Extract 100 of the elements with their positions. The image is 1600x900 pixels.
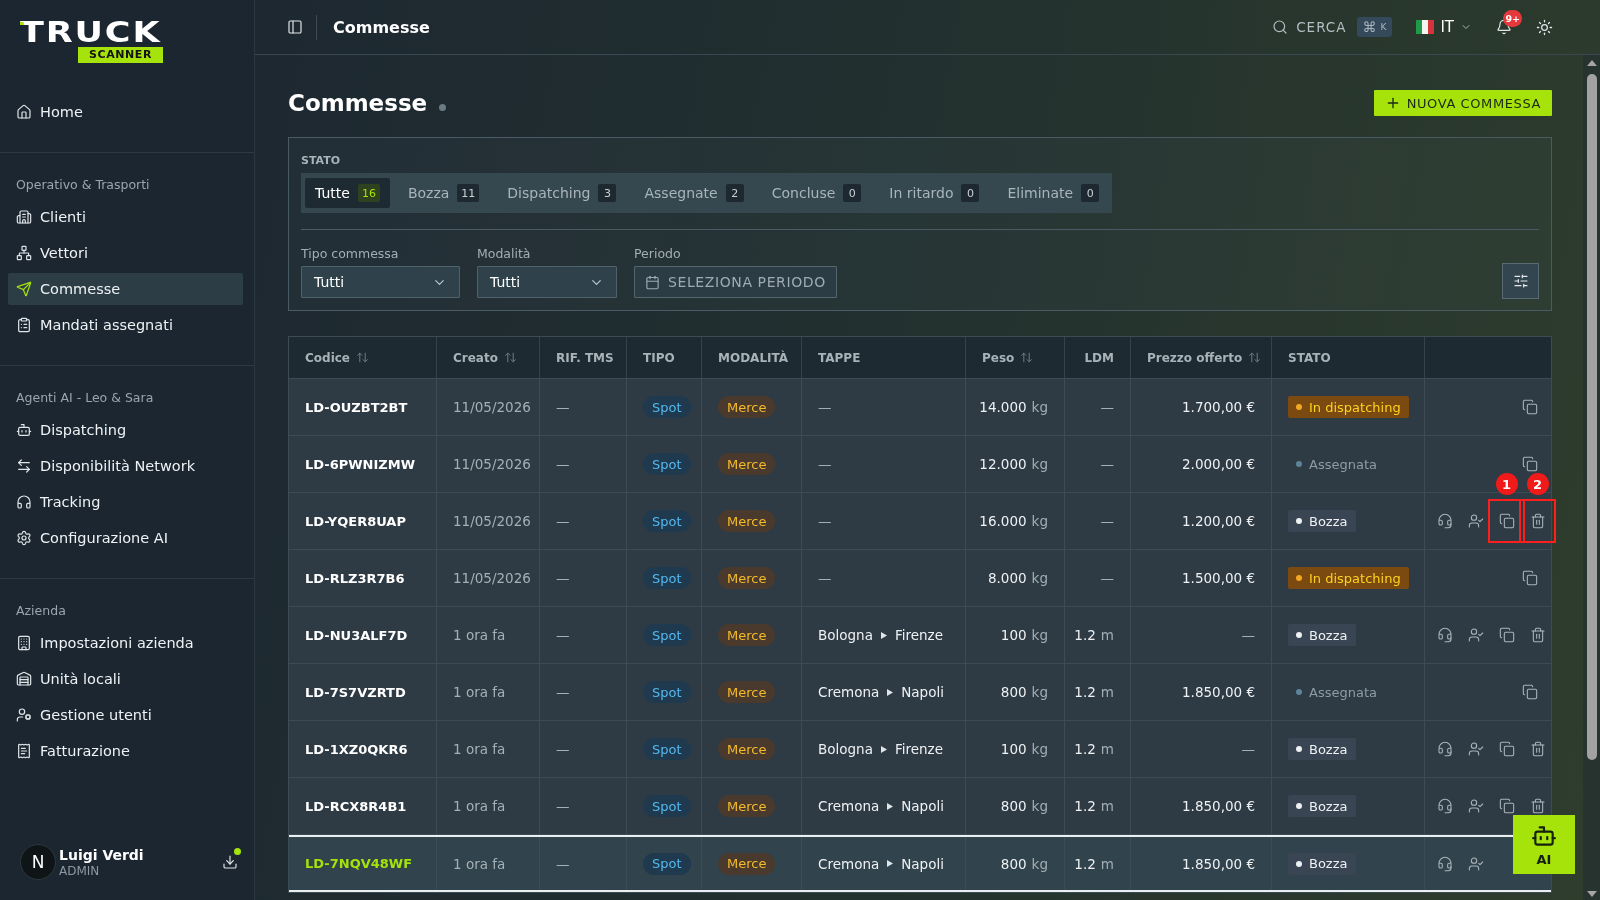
status-dot-icon (439, 103, 447, 111)
headset-icon (1436, 741, 1453, 757)
type-badge: Spot (643, 852, 691, 875)
column-header[interactable]: Prezzo offerto (1131, 337, 1272, 378)
copy-button[interactable] (1521, 456, 1538, 472)
filter-settings-button[interactable] (1502, 263, 1539, 299)
status-tab[interactable]: Assegnate 2 (634, 178, 754, 208)
nav-item[interactable]: Unità locali (8, 663, 243, 695)
table-row[interactable]: LD-RLZ3R7B6 11/05/2026 — Spot Merce — 8.000 kg — 1.500,00 € In dispatching (289, 550, 1551, 607)
weight-value: 12.000 kg (966, 436, 1065, 492)
section-title: Agenti AI - Leo & Sara (16, 390, 154, 406)
nav-item[interactable]: Home (8, 96, 243, 128)
assign-button[interactable] (1467, 855, 1484, 872)
tms-reference: — (540, 436, 627, 492)
copy-button[interactable] (1521, 399, 1538, 415)
delete-button[interactable] (1529, 627, 1546, 643)
agent-button[interactable] (1436, 741, 1453, 757)
nav-item[interactable]: Impostazioni azienda (8, 627, 243, 659)
status-tab[interactable]: In ritardo 0 (879, 178, 990, 208)
nav-item[interactable]: Dispatching (8, 414, 243, 446)
nav-item[interactable]: Gestione utenti (8, 699, 243, 731)
shortcut-badge: ⌘ K (1356, 17, 1393, 37)
copy-button[interactable] (1498, 627, 1515, 643)
table-row[interactable]: LD-1XZ0QKR6 1 ora fa — Spot Merce Bologna Firenze 100 kg 1.2 m — Bozza (289, 721, 1551, 778)
select-field[interactable]: Tutti (477, 266, 617, 298)
nav-item[interactable]: Tracking (8, 486, 243, 518)
status-tab[interactable]: Bozza 11 (397, 178, 490, 208)
delete-button[interactable] (1529, 798, 1546, 814)
route-stop: Napoli (901, 855, 944, 872)
column-header[interactable]: Creato (437, 337, 540, 378)
copy-button[interactable] (1498, 741, 1515, 757)
download-icon (222, 854, 238, 870)
theme-toggle-button[interactable] (1536, 18, 1553, 36)
route-arrow-icon (887, 802, 894, 810)
network-icon (16, 245, 32, 261)
sort-icon (503, 351, 517, 364)
agent-button[interactable] (1436, 798, 1453, 814)
sort-icon (1248, 351, 1262, 364)
delete-button[interactable] (1529, 513, 1546, 529)
table-row[interactable]: LD-OUZBT2BT 11/05/2026 — Spot Merce — 14.000 kg — 1.700,00 € In dispatching (289, 379, 1551, 436)
agent-button[interactable] (1436, 627, 1453, 643)
status-tab[interactable]: Concluse 0 (761, 178, 872, 208)
nav-item[interactable]: Vettori (8, 237, 243, 269)
nav-item[interactable]: Mandati assegnati (8, 309, 243, 341)
avatar: N (20, 844, 56, 880)
copy-button[interactable] (1498, 513, 1515, 529)
status-text: Bozza (1309, 627, 1348, 643)
route-arrow-icon (880, 745, 887, 753)
search-button[interactable]: CERCA ⌘ K (1272, 17, 1393, 37)
ai-assistant-button[interactable]: AI (1513, 815, 1575, 874)
notification-badge: 9+ (1503, 10, 1522, 27)
user-check-icon (1467, 855, 1484, 872)
status-dot-icon (1296, 746, 1302, 752)
status-dot-icon (1296, 404, 1302, 410)
agent-button[interactable] (1436, 513, 1453, 529)
table-row[interactable]: LD-NU3ALF7D 1 ora fa — Spot Merce Bologna Firenze 100 kg 1.2 m — Bozza (289, 607, 1551, 664)
mode-badge: Merce (718, 738, 776, 760)
nav-item[interactable]: Fatturazione (8, 735, 243, 767)
copy-button[interactable] (1521, 684, 1538, 700)
assign-button[interactable] (1467, 627, 1484, 643)
panel-icon (287, 19, 303, 35)
assign-button[interactable] (1467, 798, 1484, 814)
breadcrumb-title: Commesse (333, 17, 430, 37)
logo-tag: SCANNER (78, 47, 163, 63)
table-row[interactable]: LD-7S7VZRTD 1 ora fa — Spot Merce Cremona Napoli 800 kg 1.2 m 1.850,00 € Assegnata (289, 664, 1551, 721)
column-header[interactable]: Codice (289, 337, 437, 378)
nav-item[interactable]: Commesse (8, 273, 243, 305)
language-button[interactable]: IT (1416, 18, 1472, 36)
column-header: LDM (1065, 337, 1131, 378)
agent-button[interactable] (1436, 855, 1453, 872)
status-tab[interactable]: Tutte 16 (305, 178, 390, 208)
mode-badge: Merce (718, 510, 776, 532)
ldm-value: — (1065, 550, 1131, 606)
status-dot-icon (1296, 575, 1302, 581)
delete-button[interactable] (1529, 741, 1546, 757)
table-row[interactable]: LD-RCX8R4B1 1 ora fa — Spot Merce Cremona Napoli 800 kg 1.2 m 1.850,00 € Bozza (289, 778, 1551, 835)
sidebar-toggle-button[interactable] (287, 19, 303, 35)
weight-value: 800 kg (966, 778, 1065, 834)
user-settings-icon (16, 707, 32, 723)
copy-button[interactable] (1498, 798, 1515, 814)
status-tab[interactable]: Dispatching 3 (497, 178, 627, 208)
scrollbar[interactable] (1583, 55, 1600, 900)
select-field[interactable]: Tutti (301, 266, 460, 298)
assign-button[interactable] (1467, 513, 1484, 529)
nav-item[interactable]: Disponibilità Network (8, 450, 243, 482)
created-date: 11/05/2026 (437, 550, 540, 606)
date-range-button[interactable]: SELEZIONA PERIODO (634, 266, 837, 298)
nav-item[interactable]: Clienti (8, 201, 243, 233)
nav-item[interactable]: Configurazione AI (8, 522, 243, 554)
filter-label: STATO (301, 154, 341, 168)
created-date: 11/05/2026 (437, 493, 540, 549)
created-date: 1 ora fa (437, 664, 540, 720)
status-tab[interactable]: Eliminate 0 (997, 178, 1110, 208)
assign-button[interactable] (1467, 741, 1484, 757)
count-badge: 11 (457, 184, 480, 202)
copy-button[interactable] (1521, 570, 1538, 586)
column-header[interactable]: Peso (966, 337, 1065, 378)
user-check-icon (1467, 513, 1484, 529)
new-order-button[interactable]: NUOVA COMMESSA (1373, 90, 1552, 116)
office-building-icon (16, 635, 32, 651)
